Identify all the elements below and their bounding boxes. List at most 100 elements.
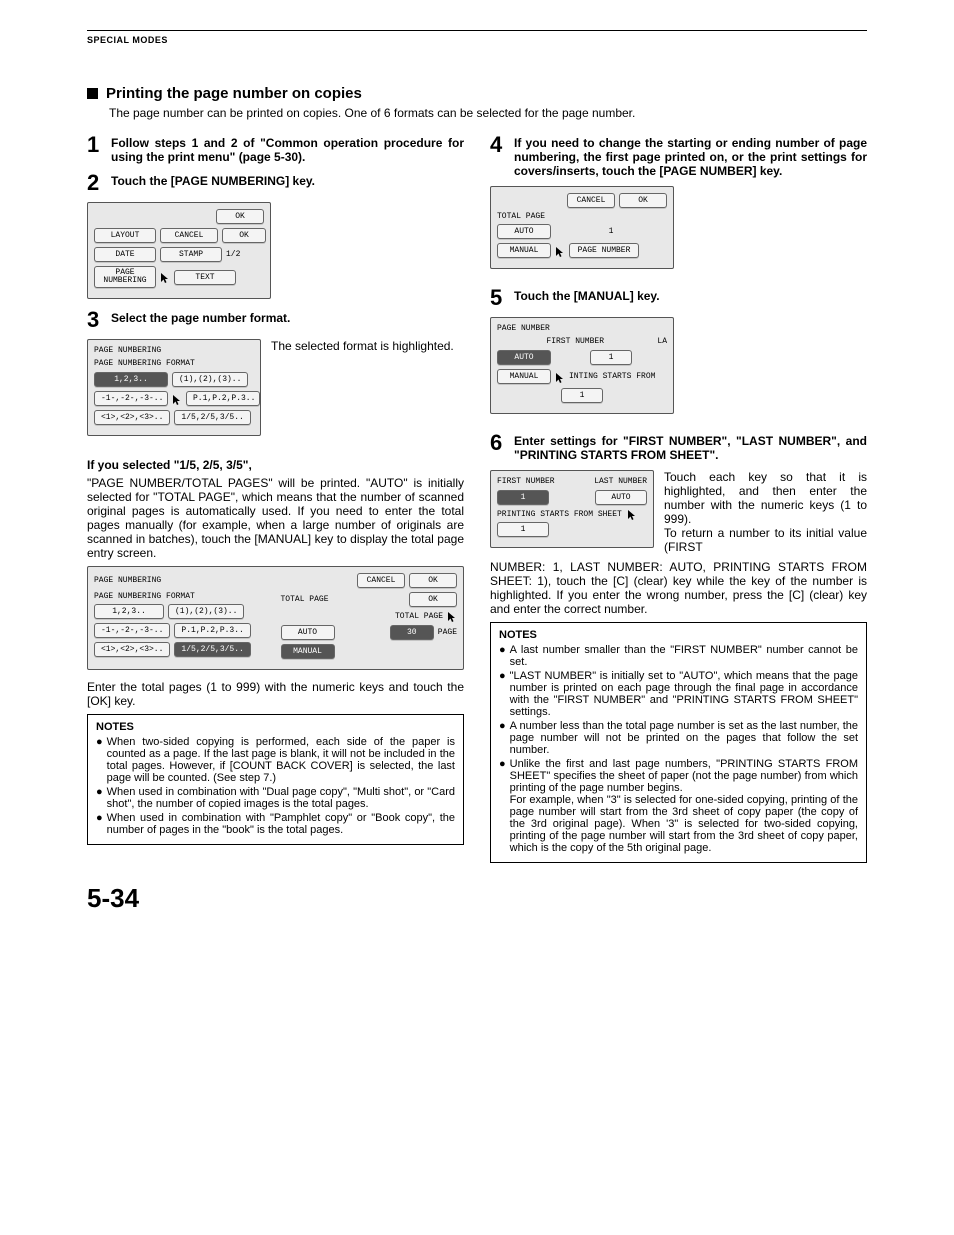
step-side-text: The selected format is highlighted.	[271, 339, 464, 353]
panel-subtitle: PAGE NUMBERING FORMAT	[94, 359, 254, 368]
auto-button[interactable]: AUTO	[281, 625, 335, 640]
screen-panel-page-number: CANCEL OK TOTAL PAGE AUTO 1 MANUAL PAGE …	[490, 186, 674, 269]
value-display: 1	[590, 350, 632, 365]
panel-title: PAGE NUMBERING	[94, 346, 254, 355]
format-option-selected[interactable]: 1/5,2/5,3/5..	[174, 642, 250, 657]
format-option[interactable]: 1,2,3..	[94, 604, 164, 619]
step-number: 6	[490, 432, 508, 462]
panel-title: PAGE NUMBERING	[94, 576, 161, 585]
screen-panel-first-last: FIRST NUMBER LAST NUMBER 1 AUTO PRINTING…	[490, 470, 654, 548]
panel-subtitle: PAGE NUMBERING FORMAT	[94, 592, 271, 601]
cursor-icon	[447, 611, 457, 621]
step-text: Touch the [MANUAL] key.	[514, 287, 867, 309]
cursor-icon	[627, 509, 637, 519]
step-text: Enter settings for "FIRST NUMBER", "LAST…	[514, 432, 867, 462]
format-option[interactable]: P.1,P.2,P.3..	[186, 391, 260, 406]
ok-button[interactable]: OK	[409, 592, 457, 607]
page-number: 5-34	[87, 883, 867, 914]
sheet-value[interactable]: 1	[497, 522, 549, 537]
format-option[interactable]: (1),(2),(3)..	[168, 604, 244, 619]
format-option[interactable]: (1),(2),(3)..	[172, 372, 248, 387]
screen-panel-print-menu: OK LAYOUT CANCEL OK DATE STAMP 1/2 PAGE …	[87, 202, 271, 299]
first-number-label: FIRST NUMBER	[546, 337, 604, 346]
step-number: 3	[87, 309, 105, 331]
cursor-icon	[160, 272, 170, 282]
ok-button[interactable]: OK	[216, 209, 264, 224]
note-text: A number less than the total page number…	[510, 720, 858, 756]
ok-button[interactable]: OK	[222, 228, 266, 243]
manual-button[interactable]: MANUAL	[497, 369, 551, 384]
note-text: A last number smaller than the "FIRST NU…	[510, 644, 858, 668]
step-number: 5	[490, 287, 508, 309]
first-number-value[interactable]: 1	[497, 490, 549, 505]
last-number-value[interactable]: AUTO	[595, 490, 647, 505]
cancel-button[interactable]: CANCEL	[160, 228, 218, 243]
left-column: 1 Follow steps 1 and 2 of "Common operat…	[87, 134, 464, 863]
format-option[interactable]: <1>,<2>,<3>..	[94, 642, 170, 657]
notes-title: NOTES	[499, 629, 858, 641]
screen-panel-manual: PAGE NUMBER FIRST NUMBER LA AUTO 1 MANUA…	[490, 317, 674, 414]
text-button[interactable]: TEXT	[174, 270, 236, 285]
stamp-button[interactable]: STAMP	[160, 247, 222, 262]
value-display: 30	[390, 625, 434, 640]
cancel-button[interactable]: CANCEL	[567, 193, 615, 208]
note-text: When used in combination with "Dual page…	[107, 786, 455, 810]
note-text: Unlike the first and last page numbers, …	[510, 758, 858, 854]
format-option[interactable]: -1-,-2-,-3-..	[94, 623, 170, 638]
section-intro: The page number can be printed on copies…	[109, 106, 867, 120]
note-text: When two-sided copying is performed, eac…	[107, 736, 455, 784]
screen-panel-format: PAGE NUMBERING PAGE NUMBERING FORMAT 1,2…	[87, 339, 261, 436]
format-option[interactable]: 1,2,3..	[94, 372, 168, 387]
page-numbering-button[interactable]: PAGE NUMBERING	[94, 266, 156, 288]
total-page-sublabel: TOTAL PAGE	[395, 612, 443, 621]
page-number-button[interactable]: PAGE NUMBER	[569, 243, 639, 258]
ok-button[interactable]: OK	[619, 193, 667, 208]
page-header: SPECIAL MODES	[87, 35, 867, 45]
manual-button[interactable]: MANUAL	[497, 243, 551, 258]
cancel-button[interactable]: CANCEL	[357, 573, 405, 588]
page-unit: PAGE	[438, 628, 457, 637]
format-option[interactable]: <1>,<2>,<3>..	[94, 410, 170, 425]
layout-button[interactable]: LAYOUT	[94, 228, 156, 243]
note-text: "LAST NUMBER" is initially set to "AUTO"…	[510, 670, 858, 718]
bullet-icon: ●	[499, 720, 506, 756]
notes-title: NOTES	[96, 721, 455, 733]
note-text: When used in combination with "Pamphlet …	[107, 812, 455, 836]
section-title: Printing the page number on copies	[106, 85, 362, 102]
bullet-icon: ●	[499, 644, 506, 668]
cursor-icon	[555, 246, 565, 256]
printing-starts-label: PRINTING STARTS FROM SHEET	[497, 509, 647, 519]
format-option[interactable]: P.1,P.2,P.3..	[174, 623, 250, 638]
notes-box: NOTES ●When two-sided copying is perform…	[87, 714, 464, 845]
manual-button[interactable]: MANUAL	[281, 644, 335, 659]
bullet-icon: ●	[499, 670, 506, 718]
format-option[interactable]: 1/5,2/5,3/5..	[174, 410, 250, 425]
auto-button[interactable]: AUTO	[497, 224, 551, 239]
auto-button[interactable]: AUTO	[497, 350, 551, 365]
last-number-label: LAST NUMBER	[594, 477, 647, 486]
cursor-icon	[172, 394, 182, 404]
format-option[interactable]: -1-,-2-,-3-..	[94, 391, 168, 406]
body-paragraph: Enter the total pages (1 to 999) with th…	[87, 680, 464, 708]
step-text: Touch the [PAGE NUMBERING] key.	[111, 172, 464, 194]
partial-label: LA	[657, 337, 667, 346]
manual-page: SPECIAL MODES Printing the page number o…	[47, 0, 907, 944]
panel-title: PAGE NUMBER	[497, 324, 667, 333]
ok-button[interactable]: OK	[409, 573, 457, 588]
cursor-icon	[555, 372, 565, 382]
sub-heading: If you selected "1/5, 2/5, 3/5",	[87, 458, 464, 472]
bullet-icon: ●	[96, 786, 103, 810]
page-fraction: 1/2	[226, 250, 240, 259]
total-page-label: TOTAL PAGE	[497, 212, 667, 221]
value-display: 1	[561, 388, 603, 403]
step-text: Select the page number format.	[111, 309, 464, 331]
partial-text: INTING STARTS FROM	[569, 372, 655, 381]
step6-side-text: Touch each key so that it is highlighted…	[664, 470, 867, 554]
screen-panel-total-page: PAGE NUMBERING CANCEL OK PAGE NUMBERING …	[87, 566, 464, 670]
step-number: 2	[87, 172, 105, 194]
date-button[interactable]: DATE	[94, 247, 156, 262]
step-text: Follow steps 1 and 2 of "Common operatio…	[111, 134, 464, 164]
first-number-label: FIRST NUMBER	[497, 477, 555, 486]
right-column: 4 If you need to change the starting or …	[490, 134, 867, 863]
body-paragraph: "PAGE NUMBER/TOTAL PAGES" will be printe…	[87, 476, 464, 560]
